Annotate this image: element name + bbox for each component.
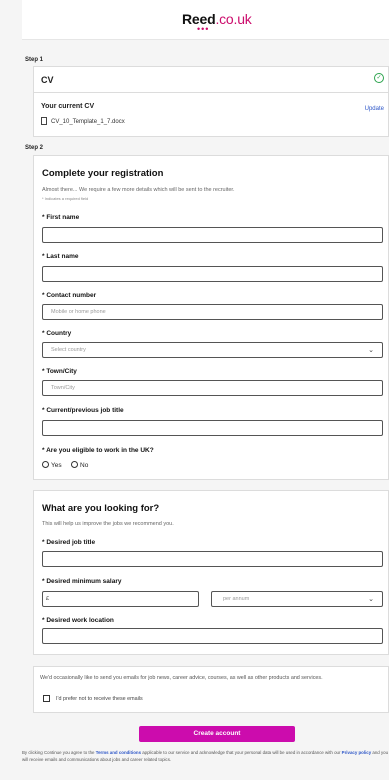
legal-notice: By clicking Continue you agree to the Te… bbox=[22, 749, 389, 763]
cv-section-header: CV ✓ bbox=[33, 66, 389, 93]
site-header: Reed.co.uk ••• bbox=[22, 0, 389, 40]
registration-title: Complete your registration bbox=[42, 168, 164, 179]
create-account-button[interactable]: Create account bbox=[139, 726, 295, 742]
email-consent-text: We'd occasionally like to send you email… bbox=[40, 675, 323, 681]
first-name-label: * First name bbox=[42, 214, 80, 221]
cv-file-name: CV_10_Template_1_7.docx bbox=[51, 119, 125, 125]
logo-suffix: .co.uk bbox=[215, 11, 252, 27]
contact-number-label: * Contact number bbox=[42, 292, 97, 299]
preferences-card: What are you looking for? This will help… bbox=[33, 490, 389, 655]
required-note: * Indicates a required field bbox=[42, 196, 89, 201]
registration-page: Reed.co.uk ••• Step 1 CV ✓ Your current … bbox=[22, 0, 389, 780]
desired-salary-input[interactable]: £ bbox=[42, 591, 199, 607]
step-2-label: Step 2 bbox=[25, 145, 44, 151]
cv-section-title: CV bbox=[41, 75, 54, 85]
desired-salary-label: * Desired minimum salary bbox=[42, 578, 122, 585]
registration-card: Complete your registration Almost there.… bbox=[33, 155, 389, 480]
first-name-input[interactable] bbox=[42, 227, 383, 243]
town-city-input[interactable]: Town/City bbox=[42, 380, 383, 396]
chevron-down-icon: ⌄ bbox=[368, 596, 374, 603]
salary-period-value: per annum bbox=[223, 596, 250, 602]
registration-subtitle: Almost there... We require a few more de… bbox=[42, 187, 235, 193]
reed-logo[interactable]: Reed.co.uk ••• bbox=[182, 11, 252, 34]
town-city-label: * Town/City bbox=[42, 368, 77, 375]
salary-period-select[interactable]: per annum ⌄ bbox=[211, 591, 383, 607]
contact-number-input[interactable]: Mobile or home phone bbox=[42, 304, 383, 320]
country-label: * Country bbox=[42, 330, 72, 337]
desired-location-input[interactable] bbox=[42, 628, 383, 644]
radio-circle-icon bbox=[71, 461, 78, 468]
eligibility-yes-label: Yes bbox=[51, 462, 62, 469]
cv-file: CV_10_Template_1_7.docx bbox=[41, 117, 125, 125]
terms-link[interactable]: Terms and conditions bbox=[96, 750, 141, 755]
contact-number-placeholder: Mobile or home phone bbox=[51, 309, 106, 315]
update-cv-link[interactable]: Update bbox=[365, 106, 384, 112]
email-optout-label[interactable]: I'd prefer not to receive these emails bbox=[56, 696, 143, 702]
current-cv-label: Your current CV bbox=[41, 103, 95, 110]
email-optout-checkbox[interactable] bbox=[43, 695, 50, 702]
check-circle-icon: ✓ bbox=[374, 73, 384, 83]
town-city-placeholder: Town/City bbox=[51, 385, 75, 391]
preferences-title: What are you looking for? bbox=[42, 503, 160, 514]
logo-dots: ••• bbox=[197, 24, 210, 34]
radio-circle-icon bbox=[42, 461, 49, 468]
desired-job-title-input[interactable] bbox=[42, 551, 383, 567]
chevron-down-icon: ⌄ bbox=[368, 347, 374, 354]
desired-location-label: * Desired work location bbox=[42, 617, 114, 624]
country-select[interactable]: Select country ⌄ bbox=[42, 342, 383, 358]
step-1-label: Step 1 bbox=[25, 57, 44, 63]
currency-symbol: £ bbox=[46, 596, 50, 602]
last-name-input[interactable] bbox=[42, 266, 383, 282]
current-cv-panel: Your current CV CV_10_Template_1_7.docx … bbox=[33, 93, 389, 137]
email-consent-panel: We'd occasionally like to send you email… bbox=[33, 666, 389, 713]
eligibility-no-radio[interactable]: No bbox=[71, 461, 88, 469]
eligibility-no-label: No bbox=[80, 462, 89, 469]
preferences-subtitle: This will help us improve the jobs we re… bbox=[42, 521, 174, 527]
privacy-link[interactable]: Privacy policy bbox=[342, 750, 372, 755]
country-placeholder: Select country bbox=[51, 347, 86, 353]
legal-text-mid: applicable to our service and acknowledg… bbox=[141, 750, 342, 755]
legal-text-pre: By clicking Continue you agree to the bbox=[22, 750, 96, 755]
document-icon bbox=[41, 117, 47, 125]
last-name-label: * Last name bbox=[42, 253, 79, 260]
job-title-label: * Current/previous job title bbox=[42, 407, 124, 414]
eligibility-label: * Are you eligible to work in the UK? bbox=[42, 447, 154, 454]
eligibility-yes-radio[interactable]: Yes bbox=[42, 461, 62, 469]
job-title-input[interactable] bbox=[42, 420, 383, 436]
desired-job-title-label: * Desired job title bbox=[42, 539, 96, 546]
